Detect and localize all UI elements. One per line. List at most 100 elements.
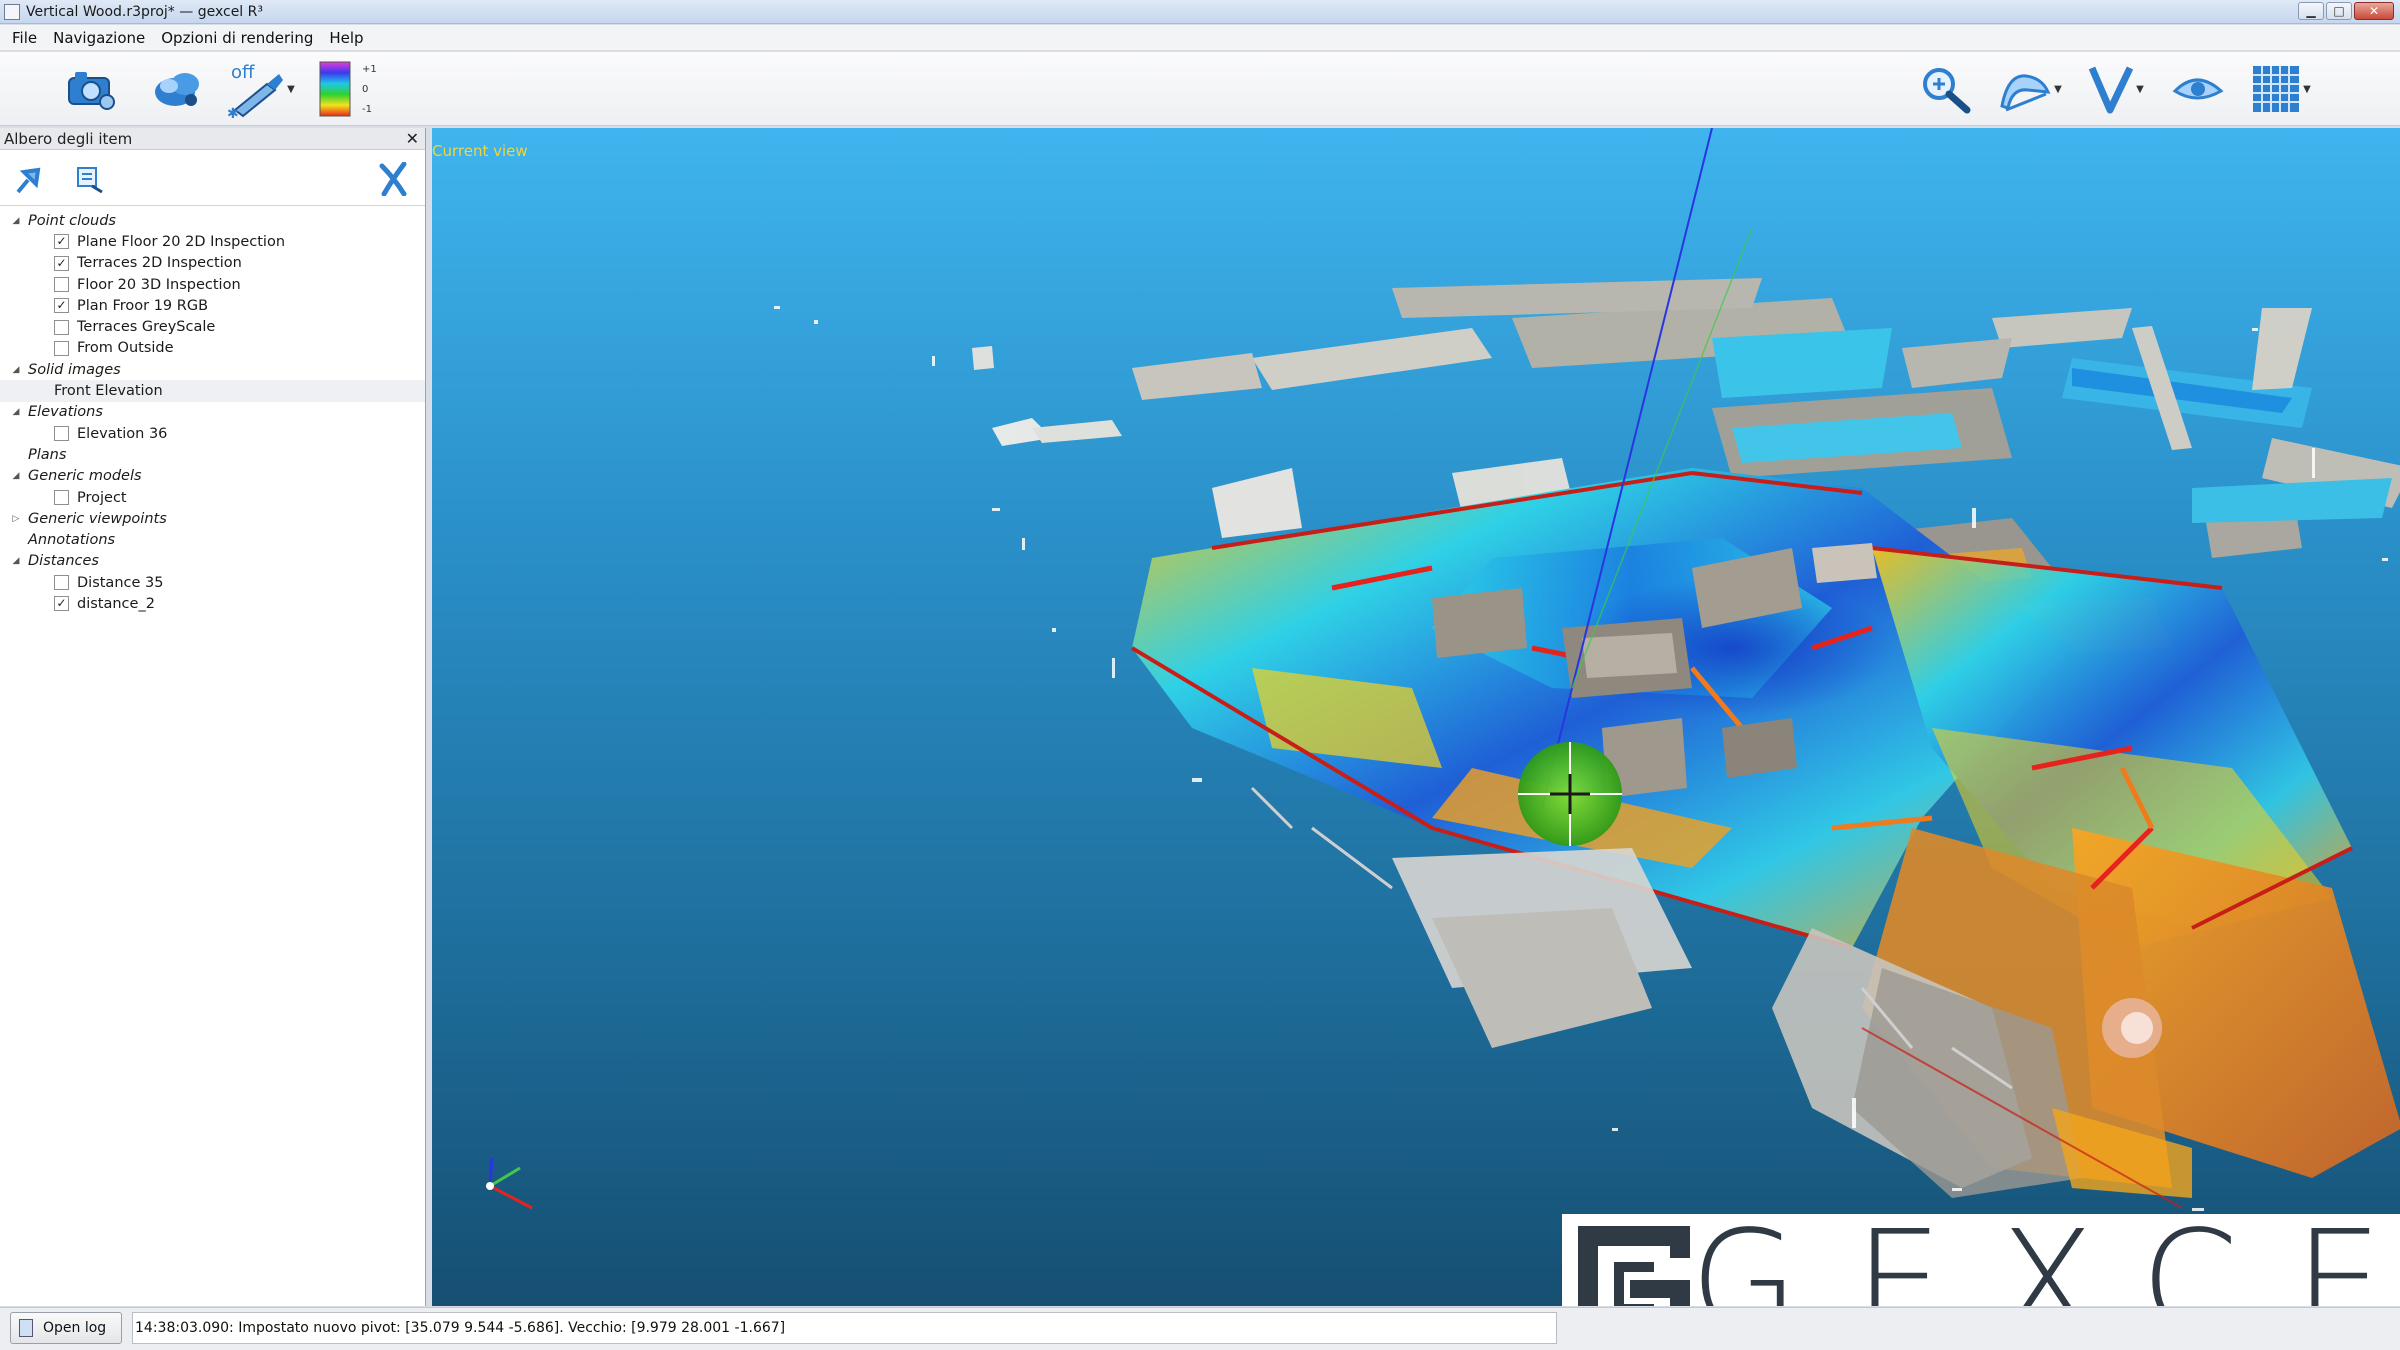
checkbox-unchecked[interactable] <box>54 490 69 505</box>
checkbox-checked[interactable]: ✓ <box>54 255 69 271</box>
menu-bar: File Navigazione Opzioni di rendering He… <box>0 25 2400 51</box>
properties-button[interactable] <box>72 162 106 196</box>
view-icon <box>2088 66 2134 114</box>
grid-icon <box>2253 66 2300 112</box>
grid-dropdown-icon[interactable]: ▼ <box>2303 84 2311 95</box>
delete-button[interactable] <box>376 162 410 196</box>
panel-toolbar <box>0 150 425 206</box>
gexcel-logo-icon <box>1578 1226 1690 1306</box>
gexcel-logo-text: GEXCEL <box>1690 1201 2400 1307</box>
tree-group-solid-images[interactable]: ◢ Solid images <box>0 359 425 380</box>
pin-button[interactable] <box>12 162 46 196</box>
collapsed-arrow-icon[interactable]: ▷ <box>10 514 22 524</box>
tree-item-label: Plan Froor 19 RGB <box>77 297 209 314</box>
tree-item-label: Floor 20 3D Inspection <box>77 276 241 293</box>
tree-item[interactable]: Elevation 36 <box>0 423 425 444</box>
navigation-mode-button[interactable]: ▼ <box>1994 62 2066 116</box>
menu-opzioni-rendering[interactable]: Opzioni di rendering <box>153 29 321 47</box>
navigation-mode-dropdown-icon[interactable]: ▼ <box>2054 84 2062 95</box>
checkbox-unchecked[interactable] <box>54 277 69 293</box>
tree-item[interactable]: Distance 35 <box>0 572 425 593</box>
gexcel-logo: GEXCEL <box>1562 1201 2400 1307</box>
point-cloud-button[interactable] <box>148 62 208 116</box>
pivot-marker[interactable] <box>1518 742 1622 846</box>
tree-group-point-clouds[interactable]: ◢ Point clouds <box>0 210 425 231</box>
zoom-icon <box>1923 68 1971 114</box>
open-log-button[interactable]: Open log <box>10 1312 122 1344</box>
expanded-arrow-icon[interactable]: ◢ <box>10 471 22 481</box>
expanded-arrow-icon[interactable]: ◢ <box>10 407 22 417</box>
point-cloud-icon <box>155 73 199 106</box>
off-tool-icon: off ✱ <box>227 62 284 118</box>
tree-group-elevations[interactable]: ◢ Elevations <box>0 402 425 423</box>
menu-file[interactable]: File <box>4 29 45 47</box>
tree-group-generic-viewpoints[interactable]: ▷ Generic viewpoints <box>0 508 425 529</box>
tree-item[interactable]: Floor 20 3D Inspection <box>0 274 425 295</box>
tree-item-label: Terraces GreyScale <box>77 319 216 336</box>
off-tool-label: off <box>231 62 255 83</box>
tree-group-generic-models[interactable]: ◢ Generic models <box>0 466 425 487</box>
application-window: Vertical Wood.r3proj* — gexcel R³ ▁ □ ✕ … <box>0 0 2400 1350</box>
svg-text:✱: ✱ <box>227 106 239 118</box>
point-cloud-scene[interactable]: Current view <box>432 128 2400 1306</box>
tree-group-distances[interactable]: ◢ Distances <box>0 551 425 572</box>
properties-icon <box>77 167 103 194</box>
delete-icon <box>379 162 407 196</box>
tree-item[interactable]: Terraces GreyScale <box>0 316 425 337</box>
maximize-button[interactable]: □ <box>2326 2 2352 20</box>
checkbox-checked[interactable]: ✓ <box>54 234 69 250</box>
checkbox-checked[interactable]: ✓ <box>54 596 69 612</box>
camera-button[interactable] <box>62 62 122 116</box>
tree-item[interactable]: ✓ distance_2 <box>0 593 425 614</box>
main-toolbar: off ✱ ▼ +1 0 -1 ▼ ▼ ▼ <box>0 52 2400 126</box>
ramp-label-bottom: -1 <box>362 104 372 115</box>
panel-title: Albero degli item <box>4 129 133 148</box>
current-view-label: Current view <box>432 142 528 160</box>
panel-header: Albero degli item ✕ <box>0 128 425 150</box>
tree-item[interactable]: From Outside <box>0 338 425 359</box>
panel-close-icon[interactable]: ✕ <box>406 129 419 148</box>
minimize-button[interactable]: ▁ <box>2298 2 2324 20</box>
close-button[interactable]: ✕ <box>2354 2 2394 20</box>
tree-item[interactable]: ✓ Plan Froor 19 RGB <box>0 295 425 316</box>
app-icon <box>4 3 20 20</box>
off-tool-button[interactable]: off ✱ ▼ <box>222 62 300 118</box>
checkbox-unchecked[interactable] <box>54 575 69 591</box>
tree-item-selected[interactable]: Front Elevation <box>0 380 425 402</box>
tree-group-label: Point clouds <box>28 212 116 229</box>
tree-item-label: Distance 35 <box>77 574 164 591</box>
grid-button[interactable]: ▼ <box>2244 62 2318 116</box>
tree-group-label: Generic viewpoints <box>28 510 167 527</box>
eye-button[interactable] <box>2168 62 2228 116</box>
tree-item[interactable]: ✓ Terraces 2D Inspection <box>0 253 425 274</box>
color-ramp-button[interactable] <box>314 61 358 117</box>
checkbox-unchecked[interactable] <box>54 426 69 442</box>
ramp-label-mid: 0 <box>362 84 369 95</box>
tree-item-label: Project <box>77 489 127 506</box>
menu-navigazione[interactable]: Navigazione <box>45 29 153 47</box>
tree-group-plans[interactable]: Plans <box>0 444 425 465</box>
zoom-button[interactable] <box>1916 62 1976 116</box>
menu-help[interactable]: Help <box>321 29 371 47</box>
tree-item[interactable]: ✓ Plane Floor 20 2D Inspection <box>0 231 425 252</box>
view-dropdown-icon[interactable]: ▼ <box>2136 84 2144 95</box>
ramp-label-top: +1 <box>362 64 377 75</box>
camera-icon <box>68 72 115 110</box>
off-tool-dropdown-icon[interactable]: ▼ <box>287 84 295 95</box>
tree-group-label: Elevations <box>28 404 103 421</box>
tree-group-annotations[interactable]: Annotations <box>0 529 425 550</box>
status-bar: Open log 14:38:03.090: Impostato nuovo p… <box>0 1307 2400 1350</box>
tree-item-label: distance_2 <box>77 595 155 612</box>
3d-viewport[interactable]: Current view GEXCE <box>432 128 2400 1306</box>
pin-icon <box>16 167 41 194</box>
checkbox-checked[interactable]: ✓ <box>54 298 69 314</box>
checkbox-unchecked[interactable] <box>54 319 69 335</box>
checkbox-unchecked[interactable] <box>54 340 69 356</box>
log-document-icon <box>19 1319 33 1337</box>
expanded-arrow-icon[interactable]: ◢ <box>10 556 22 566</box>
tree-item[interactable]: Project <box>0 487 425 508</box>
status-message: 14:38:03.090: Impostato nuovo pivot: [35… <box>132 1312 1557 1344</box>
expanded-arrow-icon[interactable]: ◢ <box>10 216 22 226</box>
view-button[interactable]: ▼ <box>2080 62 2152 116</box>
expanded-arrow-icon[interactable]: ◢ <box>10 365 22 375</box>
